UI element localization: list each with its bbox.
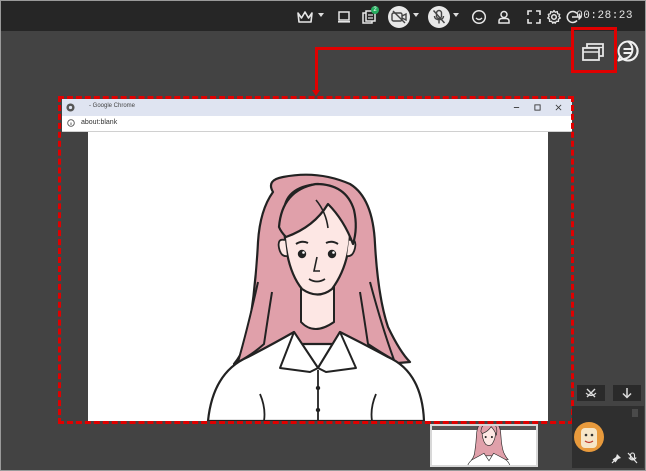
chat-icon bbox=[617, 40, 639, 62]
shared-screen-thumbnail[interactable] bbox=[430, 424, 538, 467]
highlight-connector-horizontal bbox=[316, 47, 572, 50]
avatar-icon bbox=[581, 428, 597, 448]
pin-icon[interactable] bbox=[611, 453, 622, 464]
top-toolbar: 2 00:28:23 bbox=[1, 1, 645, 31]
settings-icon[interactable] bbox=[545, 7, 563, 27]
participants-icon[interactable] bbox=[495, 7, 513, 27]
mic-dropdown-icon[interactable] bbox=[453, 13, 459, 17]
emoji-icon[interactable] bbox=[470, 7, 488, 27]
participant-tile[interactable] bbox=[572, 406, 644, 468]
thumbnail-woman-illustration bbox=[467, 426, 511, 465]
mic-toggle-button[interactable] bbox=[428, 6, 450, 28]
highlight-shared-window bbox=[58, 96, 574, 424]
mic-off-icon bbox=[432, 9, 446, 24]
crown-icon[interactable] bbox=[296, 7, 314, 27]
camera-toggle-button[interactable] bbox=[388, 6, 410, 28]
chat-button[interactable] bbox=[615, 38, 641, 64]
arrow-down-icon bbox=[622, 388, 632, 399]
mic-off-icon[interactable] bbox=[627, 452, 638, 464]
camera-dropdown-icon[interactable] bbox=[413, 13, 419, 17]
mute-all-button[interactable] bbox=[577, 385, 605, 401]
mic-off-icon bbox=[585, 388, 597, 398]
highlight-connector-vertical bbox=[315, 47, 318, 93]
camera-off-icon bbox=[391, 10, 407, 24]
scroll-down-button[interactable] bbox=[613, 385, 641, 401]
meeting-timer: 00:28:23 bbox=[576, 10, 633, 22]
tile-indicator bbox=[632, 409, 638, 417]
fullscreen-icon[interactable] bbox=[525, 7, 543, 27]
avatar bbox=[574, 422, 604, 452]
share-count-badge: 2 bbox=[371, 6, 379, 14]
crown-dropdown-icon[interactable] bbox=[318, 13, 324, 17]
highlight-window-switch bbox=[571, 27, 617, 73]
laptop-icon[interactable] bbox=[335, 7, 353, 27]
